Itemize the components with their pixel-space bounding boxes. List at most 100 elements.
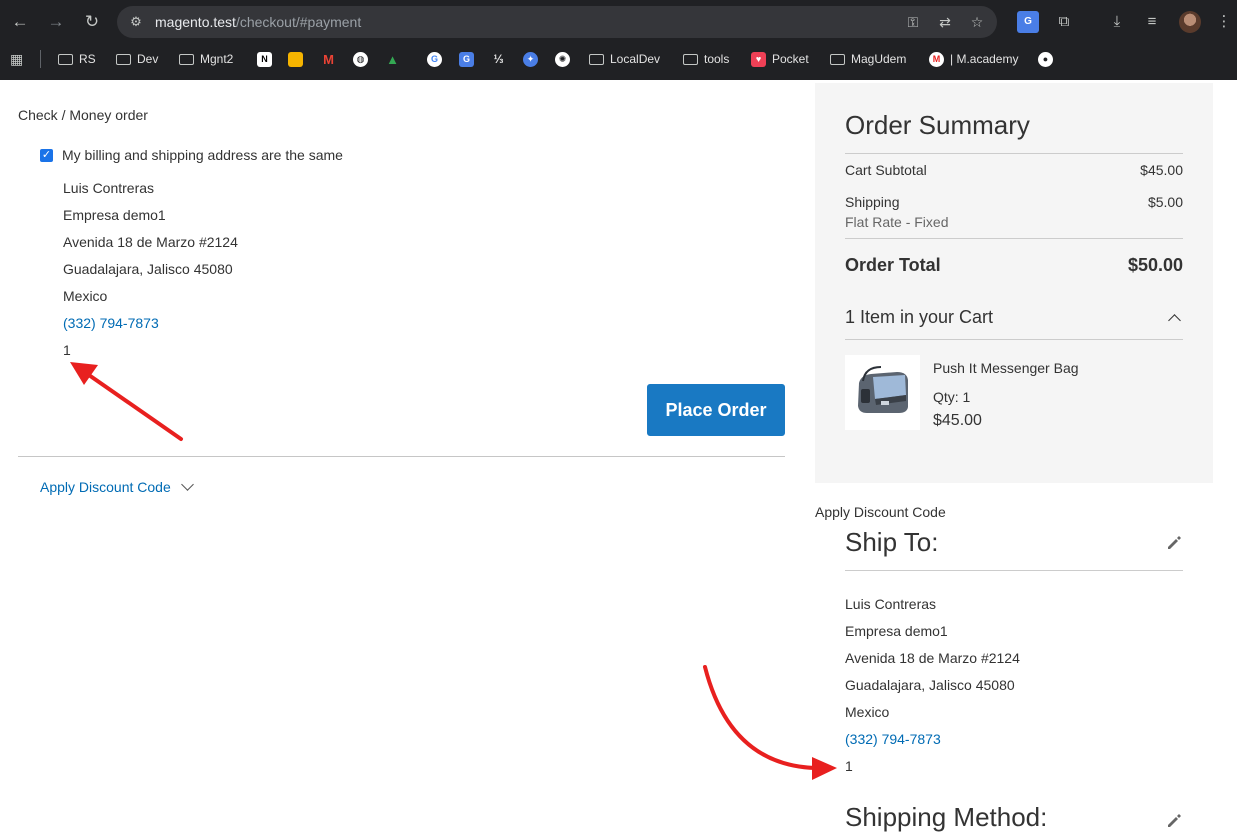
sidebar-apply-discount-label: Apply Discount Code bbox=[815, 504, 946, 520]
bookmark-pocket[interactable]: ♥ Pocket bbox=[751, 50, 809, 68]
subtotal-label: Cart Subtotal bbox=[845, 162, 927, 178]
annotation-arrow-right bbox=[703, 665, 837, 780]
download-icon[interactable]: ⤓ bbox=[1106, 11, 1128, 33]
bookmark-folder-magudem[interactable]: MagUdem bbox=[830, 50, 906, 68]
browser-chrome: ← → ↻ ⚙ magento.test/checkout/#payment ⚿… bbox=[0, 0, 1237, 80]
billing-city: Guadalajara, Jalisco 45080 bbox=[63, 261, 233, 277]
order-summary-title: Order Summary bbox=[845, 110, 1030, 140]
shipping-value: $5.00 bbox=[1147, 194, 1183, 210]
order-total-label: Order Total bbox=[845, 255, 941, 275]
bookmarks-bar: ▦ RS Dev Mgnt2 N M ◍ ▲ G G ⅓ ✦ ✺ LocalDe… bbox=[0, 44, 1237, 74]
pencil-icon[interactable] bbox=[1165, 534, 1183, 552]
url-host: magento.test bbox=[155, 14, 236, 30]
bookmark-label: RS bbox=[79, 52, 96, 66]
bookmark-label: LocalDev bbox=[610, 52, 661, 66]
site-info-icon[interactable]: ⚙ bbox=[127, 13, 145, 31]
keep-icon[interactable] bbox=[288, 50, 303, 68]
shipping-name: Luis Contreras bbox=[845, 596, 937, 612]
shipping-company: Empresa demo1 bbox=[845, 623, 948, 639]
bookmark-folder-rs[interactable]: RS bbox=[58, 50, 96, 68]
profile-avatar[interactable] bbox=[1179, 11, 1201, 33]
folder-icon bbox=[589, 53, 604, 65]
notion-icon[interactable]: N bbox=[257, 50, 272, 68]
same-address-label[interactable]: My billing and shipping address are the … bbox=[62, 147, 343, 163]
shipping-row: Shipping $5.00 bbox=[845, 194, 1183, 210]
product-thumbnail bbox=[845, 355, 920, 430]
apps-grid-icon[interactable]: ▦ bbox=[10, 50, 23, 68]
extensions-puzzle-icon[interactable]: ⧉ bbox=[1053, 11, 1075, 33]
payment-method-title: Check / Money order bbox=[18, 107, 148, 123]
google-icon[interactable]: G bbox=[427, 50, 442, 68]
browser-toolbar: ← → ↻ ⚙ magento.test/checkout/#payment ⚿… bbox=[0, 0, 1237, 44]
translate-icon[interactable]: ⇄ bbox=[935, 12, 955, 32]
globe-icon[interactable]: ◍ bbox=[353, 50, 368, 68]
place-order-button[interactable]: Place Order bbox=[647, 384, 785, 436]
openai-icon[interactable]: ✺ bbox=[555, 50, 570, 68]
address-bar[interactable]: ⚙ magento.test/checkout/#payment ⚿ ⇄ ☆ bbox=[117, 6, 997, 38]
url-path: /checkout/#payment bbox=[235, 14, 362, 30]
bookmark-label: Mgnt2 bbox=[200, 52, 234, 66]
billing-company: Empresa demo1 bbox=[63, 207, 166, 223]
divider bbox=[845, 238, 1183, 239]
gemini-icon[interactable]: ✦ bbox=[523, 50, 538, 68]
chevron-down-icon bbox=[180, 478, 194, 491]
billing-extra-field: 1 bbox=[63, 342, 71, 358]
bookmark-star-icon[interactable]: ☆ bbox=[967, 12, 987, 32]
apply-discount-toggle[interactable]: Apply Discount Code bbox=[40, 478, 194, 495]
google-translate-extension-icon[interactable]: G bbox=[1017, 11, 1039, 33]
bookmark-label: MagUdem bbox=[851, 52, 907, 66]
folder-icon bbox=[830, 53, 845, 65]
billing-country: Mexico bbox=[63, 288, 108, 304]
divider bbox=[845, 570, 1183, 571]
divider bbox=[18, 456, 785, 457]
shipping-country: Mexico bbox=[845, 704, 890, 720]
cart-count-label: 1 Item in your Cart bbox=[845, 307, 994, 327]
gmail-icon[interactable]: M bbox=[321, 50, 336, 68]
product-price: $45.00 bbox=[933, 412, 982, 429]
subtotal-value: $45.00 bbox=[1140, 162, 1183, 178]
forward-icon[interactable]: → bbox=[43, 9, 69, 35]
pencil-icon[interactable] bbox=[1165, 812, 1183, 830]
apply-discount-label: Apply Discount Code bbox=[40, 479, 171, 495]
folder-icon bbox=[58, 53, 73, 65]
divider bbox=[845, 339, 1183, 340]
shipping-city: Guadalajara, Jalisco 45080 bbox=[845, 677, 1015, 693]
google-translate-icon[interactable]: G bbox=[459, 50, 474, 68]
shipping-method-title: Shipping Method: bbox=[845, 802, 1048, 832]
folder-icon bbox=[179, 53, 194, 65]
url-text[interactable]: magento.test/checkout/#payment bbox=[155, 14, 361, 30]
folder-icon bbox=[116, 53, 131, 65]
bookmark-label: Dev bbox=[137, 52, 159, 66]
subtotal-row: Cart Subtotal $45.00 bbox=[845, 162, 1183, 178]
password-key-icon[interactable]: ⚿ bbox=[903, 12, 923, 32]
messenger-bag-image bbox=[858, 366, 908, 413]
more-menu-icon[interactable]: ⋮ bbox=[1213, 11, 1235, 33]
product-name[interactable]: Push It Messenger Bag bbox=[933, 360, 1079, 376]
billing-phone-link[interactable]: (332) 794-7873 bbox=[63, 315, 159, 331]
bookmark-label: | M.academy bbox=[950, 52, 1019, 66]
order-summary: Order Summary Cart Subtotal $45.00 Shipp… bbox=[815, 83, 1213, 483]
cart-items-toggle[interactable]: 1 Item in your Cart bbox=[845, 307, 1183, 328]
shipping-street: Avenida 18 de Marzo #2124 bbox=[845, 650, 1020, 666]
billing-street: Avenida 18 de Marzo #2124 bbox=[63, 234, 238, 250]
bookmark-folder-dev[interactable]: Dev bbox=[116, 50, 158, 68]
bookmark-folder-mgnt2[interactable]: Mgnt2 bbox=[179, 50, 233, 68]
bookmark-m-academy[interactable]: M | M.academy bbox=[929, 50, 1018, 68]
shipping-label: Shipping bbox=[845, 194, 900, 210]
reload-icon[interactable]: ↻ bbox=[79, 9, 105, 35]
shipping-method-name: Flat Rate - Fixed bbox=[845, 214, 949, 230]
bookmark-folder-tools[interactable]: tools bbox=[683, 50, 729, 68]
same-address-checkbox[interactable]: ✓ bbox=[40, 149, 53, 162]
shipping-phone-link[interactable]: (332) 794-7873 bbox=[845, 731, 941, 747]
media-queue-icon[interactable]: ≡ bbox=[1141, 11, 1163, 33]
github-icon[interactable]: ● bbox=[1038, 50, 1053, 68]
bookmarks-separator bbox=[40, 50, 41, 68]
back-icon[interactable]: ← bbox=[7, 9, 33, 35]
order-total-row: Order Total $50.00 bbox=[845, 255, 1183, 276]
google-drive-icon[interactable]: ▲ bbox=[385, 50, 400, 68]
product-qty: Qty: 1 bbox=[933, 389, 971, 405]
tool-icon[interactable]: ⅓ bbox=[491, 50, 506, 68]
bookmark-folder-localdev[interactable]: LocalDev bbox=[589, 50, 660, 68]
chevron-up-icon bbox=[1168, 313, 1181, 327]
shipping-extra-field: 1 bbox=[845, 758, 853, 774]
